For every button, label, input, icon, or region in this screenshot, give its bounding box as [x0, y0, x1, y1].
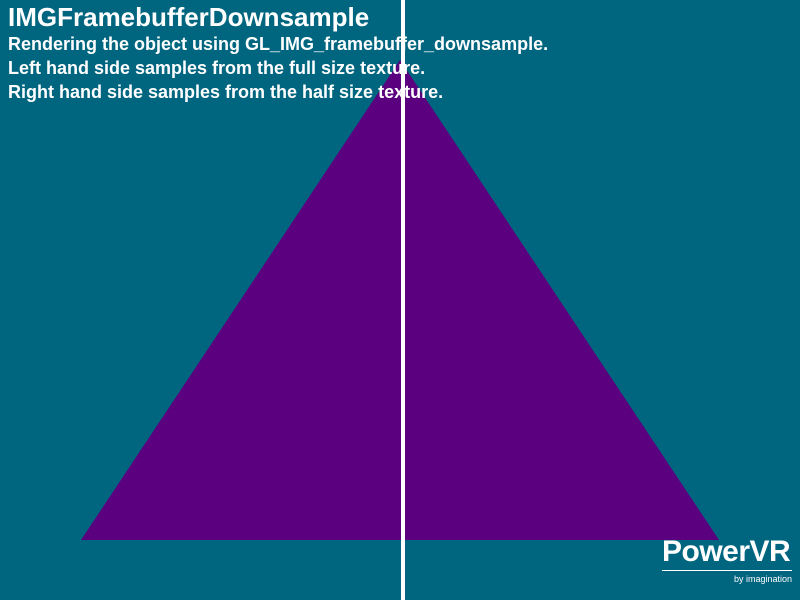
rendered-triangle	[81, 60, 719, 540]
demo-title: IMGFramebufferDownsample	[8, 2, 370, 32]
description-line-3: Right hand side samples from the half si…	[8, 82, 444, 102]
logo-tagline: by imagination	[733, 574, 792, 584]
description-line-1: Rendering the object using GL_IMG_frameb…	[8, 34, 549, 54]
info-overlay: IMGFramebufferDownsample Rendering the o…	[8, 4, 548, 105]
powervr-logo: PowerVR by imagination	[662, 534, 792, 584]
logo-brand-text: PowerVR	[662, 534, 792, 571]
description-line-2: Left hand side samples from the full siz…	[8, 58, 426, 78]
